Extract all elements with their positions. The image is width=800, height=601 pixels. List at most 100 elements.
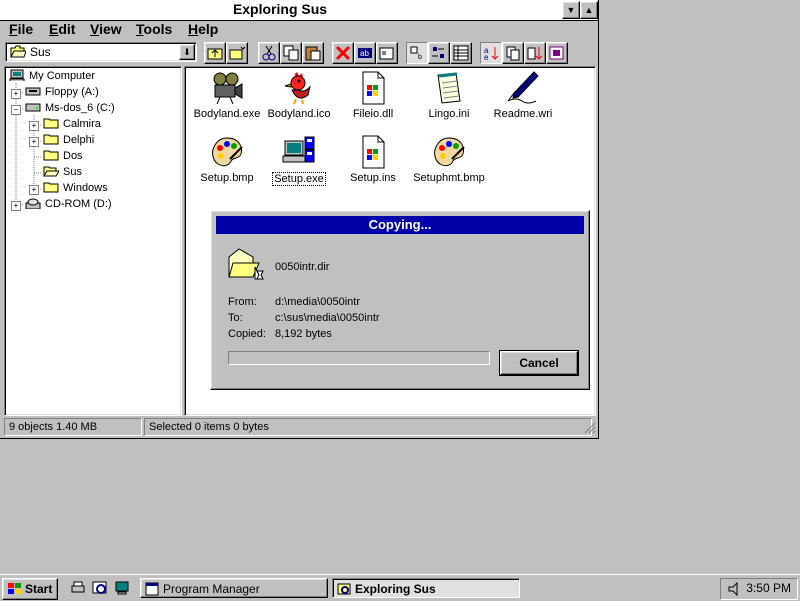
dialog-title: Copying... (216, 216, 584, 234)
expand-floppy-button[interactable]: + (11, 89, 21, 99)
task-exploring-sus[interactable]: Exploring Sus (332, 578, 520, 598)
speaker-icon[interactable] (727, 581, 743, 597)
from-path: d:\media\0050intr (275, 296, 360, 308)
tree-item-cdrom[interactable]: CD-ROM (D:) (25, 196, 112, 212)
tree-item-calmira[interactable]: Calmira (43, 116, 101, 132)
title-bar[interactable]: Exploring Sus ▼ ▲ (0, 0, 598, 21)
folder-icon (43, 118, 59, 129)
taskbar: Start Program Manager Exploring Sus 3:50… (0, 574, 800, 601)
monitor-icon[interactable] (114, 580, 130, 596)
properties-icon (379, 47, 394, 60)
minimize-button[interactable]: ▼ (562, 1, 580, 19)
floppy-drive-icon (25, 87, 41, 96)
small-icons-button[interactable] (428, 42, 450, 64)
tree-item-delphi[interactable]: Delphi (43, 132, 94, 148)
to-label: To: (228, 312, 243, 324)
small-icons-view (432, 47, 444, 58)
notepad-icon (437, 72, 461, 104)
copied-bytes: 8,192 bytes (275, 328, 332, 340)
tree-item-sus[interactable]: Sus (43, 164, 82, 180)
copy-button[interactable] (280, 42, 302, 64)
maximize-button[interactable]: ▲ (580, 1, 598, 19)
clock[interactable]: 3:50 PM (746, 581, 791, 595)
task-label: Exploring Sus (355, 582, 436, 596)
rename-button[interactable]: ab (354, 42, 376, 64)
details-button[interactable] (450, 42, 472, 64)
sort-name-icon: ae (484, 46, 499, 62)
file-item[interactable]: Setup.ins (331, 135, 415, 184)
properties-button[interactable] (376, 42, 398, 64)
up-folder-button[interactable] (204, 42, 226, 64)
file-item[interactable]: Lingo.ini (407, 71, 491, 120)
rename-icon: ab (358, 48, 372, 58)
projector-icon (213, 72, 243, 105)
to-path: c:\sus\media\0050intr (275, 312, 380, 324)
expand-windows-button[interactable]: + (29, 185, 39, 195)
sort-type-button[interactable] (502, 42, 524, 64)
cancel-button[interactable]: Cancel (499, 350, 579, 376)
tree-item-floppy[interactable]: Floppy (A:) (25, 84, 99, 100)
open-folder-icon (10, 45, 26, 58)
file-label: Readme.wri (493, 108, 553, 120)
paste-icon (305, 46, 321, 61)
file-item[interactable]: Setuphmt.bmp (407, 135, 491, 184)
explorer-icon (337, 583, 351, 595)
file-item[interactable]: Bodyland.ico (257, 71, 341, 120)
task-program-manager[interactable]: Program Manager (140, 578, 328, 598)
resize-grip-icon[interactable] (584, 422, 596, 434)
cut-icon (262, 45, 276, 61)
toolbar: Sus ⬇ ab b a e (0, 40, 598, 66)
large-icons-button[interactable]: b (406, 42, 428, 64)
large-icons-view: b (410, 46, 422, 61)
printer-icon[interactable] (70, 580, 86, 596)
new-folder-icon (229, 46, 246, 60)
file-label: Setuphmt.bmp (413, 172, 485, 184)
cut-button[interactable] (258, 42, 280, 64)
menu-file[interactable]: File (9, 20, 33, 38)
location-combo[interactable]: Sus ⬇ (5, 42, 197, 62)
menu-tools[interactable]: Tools (136, 20, 172, 38)
paste-button[interactable] (302, 42, 324, 64)
combo-dropdown-arrow[interactable]: ⬇ (179, 44, 195, 60)
status-selected: Selected 0 items 0 bytes (144, 418, 592, 436)
menu-help[interactable]: Help (188, 20, 218, 38)
sort-type-icon (506, 46, 520, 61)
expand-calmira-button[interactable]: + (29, 121, 39, 131)
file-label: Setup.bmp (200, 172, 254, 184)
sort-name-button[interactable]: ae (480, 42, 502, 64)
tree-label: Calmira (63, 118, 101, 130)
status-bar: 9 objects 1.40 MB Selected 0 items 0 byt… (4, 418, 596, 436)
new-folder-button[interactable] (226, 42, 248, 64)
tree-label: CD-ROM (D:) (45, 198, 112, 210)
copy-progress-dialog: Copying... 0050intr.dir From: d:\media\0… (210, 210, 590, 390)
folder-icon (43, 182, 59, 193)
copied-label: Copied: (228, 328, 266, 340)
copy-filename: 0050intr.dir (275, 261, 330, 273)
menu-view[interactable]: View (90, 20, 122, 38)
details-view (453, 45, 469, 61)
tree-item-dos[interactable]: Dos (43, 148, 83, 164)
tree-item-my-computer[interactable]: My Computer (9, 68, 95, 84)
expand-delphi-button[interactable]: + (29, 137, 39, 147)
menu-edit[interactable]: Edit (49, 20, 75, 38)
windows-logo-icon (8, 583, 21, 594)
start-button[interactable]: Start (2, 578, 58, 600)
collapse-c-drive-button[interactable]: − (11, 105, 21, 115)
sort-size-button[interactable] (524, 42, 546, 64)
hard-drive-icon (25, 103, 41, 112)
folder-tree[interactable]: My Computer + Floppy (A:) − Ms-dos_6 (C:… (4, 66, 182, 416)
explorer-icon[interactable] (92, 580, 108, 596)
expand-cdrom-button[interactable]: + (11, 201, 21, 211)
file-item[interactable]: Readme.wri (481, 71, 565, 120)
cdrom-drive-icon (25, 198, 41, 209)
tree-item-c-drive[interactable]: Ms-dos_6 (C:) (25, 100, 115, 116)
file-item-selected[interactable]: Setup.exe (257, 135, 341, 186)
delete-button[interactable] (332, 42, 354, 64)
sort-date-button[interactable] (546, 42, 568, 64)
file-item[interactable]: Fileio.dll (331, 71, 415, 120)
file-label: Fileio.dll (352, 108, 394, 120)
tree-label: Dos (63, 150, 83, 162)
setup-computer-icon (282, 136, 315, 163)
folder-icon (43, 150, 59, 161)
tree-item-windows[interactable]: Windows (43, 180, 108, 196)
